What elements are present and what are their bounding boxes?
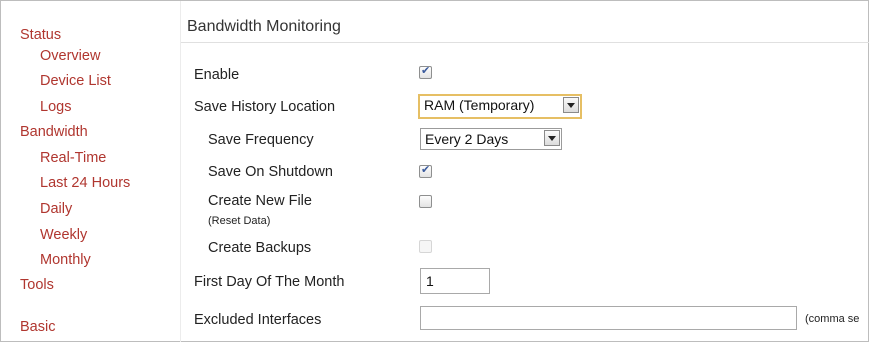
sidebar-item-monthly[interactable]: Monthly — [40, 251, 91, 269]
page-title: Bandwidth Monitoring — [187, 18, 341, 35]
sidebar-item-basic[interactable]: Basic — [20, 318, 55, 336]
create-backups-label: Create Backups — [208, 240, 312, 256]
sidebar-item-logs[interactable]: Logs — [40, 98, 71, 116]
save-history-location-value: RAM (Temporary) — [424, 97, 535, 113]
chevron-down-icon — [544, 130, 560, 146]
first-day-of-month-label: First Day Of The Month — [194, 274, 345, 290]
sidebar-item-status[interactable]: Status — [20, 26, 61, 44]
save-on-shutdown-checkbox[interactable] — [419, 163, 432, 178]
save-frequency-label: Save Frequency — [208, 132, 314, 148]
first-day-of-month-input[interactable] — [420, 268, 490, 294]
sidebar-item-tools[interactable]: Tools — [20, 276, 54, 294]
create-new-file-label: Create New File — [208, 193, 312, 209]
sidebar-item-real-time[interactable]: Real-Time — [40, 149, 106, 167]
title-divider — [181, 42, 869, 43]
sidebar-item-bandwidth[interactable]: Bandwidth — [20, 123, 88, 141]
excluded-interfaces-label: Excluded Interfaces — [194, 312, 322, 328]
save-frequency-value: Every 2 Days — [425, 131, 509, 147]
sidebar-item-weekly[interactable]: Weekly — [40, 226, 87, 244]
sidebar-item-device-list[interactable]: Device List — [40, 72, 111, 90]
save-history-location-select[interactable]: RAM (Temporary) — [418, 94, 582, 119]
save-history-location-label: Save History Location — [194, 99, 336, 115]
enable-checkbox[interactable] — [419, 64, 432, 79]
create-new-file-sublabel: (Reset Data) — [208, 215, 271, 227]
create-new-file-checkbox[interactable] — [419, 195, 432, 208]
create-backups-checkbox — [419, 240, 432, 253]
excluded-interfaces-input[interactable] — [420, 306, 797, 330]
excluded-interfaces-note: (comma se — [805, 313, 860, 325]
sidebar-item-overview[interactable]: Overview — [40, 47, 100, 65]
sidebar-item-last-24-hours[interactable]: Last 24 Hours — [40, 174, 130, 192]
save-frequency-select[interactable]: Every 2 Days — [420, 128, 562, 150]
sidebar-item-daily[interactable]: Daily — [40, 200, 72, 218]
chevron-down-icon — [563, 97, 579, 113]
sidebar-divider — [180, 1, 181, 342]
enable-label: Enable — [194, 67, 240, 83]
save-on-shutdown-label: Save On Shutdown — [208, 164, 333, 180]
